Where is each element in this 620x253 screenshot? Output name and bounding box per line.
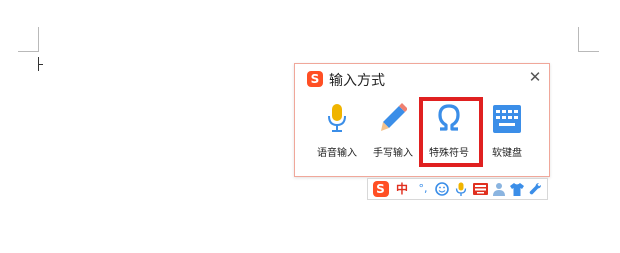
handwriting-input-label: 手写输入 xyxy=(373,148,413,159)
close-button[interactable]: ✕ xyxy=(527,68,543,86)
text-caret-tick xyxy=(38,64,43,65)
sogou-status-logo-icon[interactable]: S xyxy=(372,181,389,197)
input-method-panel: S 输入方式 ✕ 语音输入 手写输入 特殊符号 软键盘 xyxy=(294,63,550,177)
special-symbols-option[interactable]: 特殊符号 xyxy=(423,98,475,162)
soft-keyboard-option[interactable]: 软键盘 xyxy=(481,98,533,162)
special-symbols-label: 特殊符号 xyxy=(429,148,469,159)
microphone-icon[interactable] xyxy=(454,181,468,197)
handwriting-input-option[interactable]: 手写输入 xyxy=(367,98,419,162)
smiley-icon[interactable] xyxy=(434,181,450,197)
panel-title: 输入方式 xyxy=(329,73,385,89)
voice-input-option[interactable]: 语音输入 xyxy=(311,98,363,162)
page-corner-mark-left xyxy=(18,27,39,52)
soft-keyboard-label: 软键盘 xyxy=(492,148,522,159)
omega-icon xyxy=(438,104,460,131)
pen-icon xyxy=(381,103,407,131)
punctuation-toggle[interactable]: °, xyxy=(414,181,432,197)
chinese-mode-toggle[interactable]: 中 xyxy=(394,181,410,197)
page-corner-mark-right xyxy=(578,27,599,52)
tshirt-icon[interactable] xyxy=(509,181,525,197)
ime-status-bar: S 中 °, xyxy=(367,178,548,200)
wrench-icon[interactable] xyxy=(528,181,544,197)
voice-input-label: 语音输入 xyxy=(317,148,357,159)
keyboard-icon xyxy=(493,105,521,133)
microphone-icon xyxy=(328,104,346,132)
panel-header: S 输入方式 ✕ xyxy=(295,64,549,92)
keyboard-icon[interactable] xyxy=(472,181,488,197)
user-icon[interactable] xyxy=(491,181,507,197)
sogou-logo-icon: S xyxy=(307,71,323,87)
